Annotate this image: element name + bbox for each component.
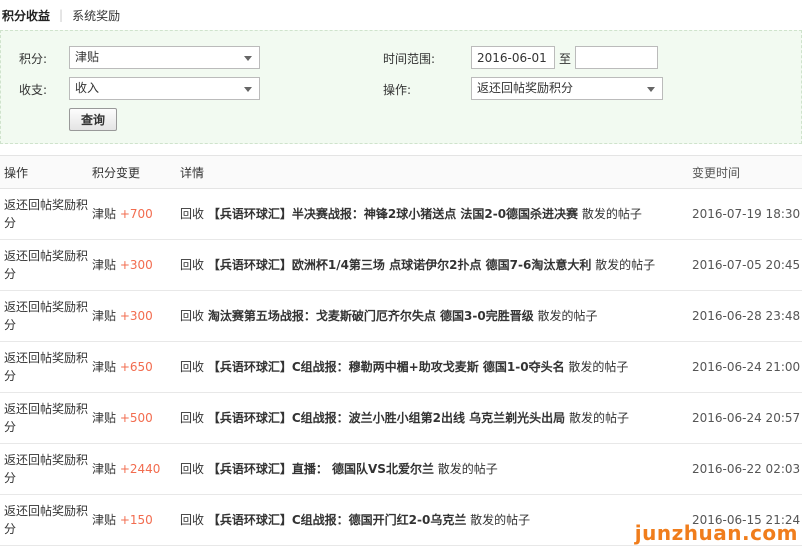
row-points-value: +2440 (119, 462, 161, 476)
operation-select[interactable]: 返还回帖奖励积分 (471, 77, 663, 100)
row-operation: 返还回帖奖励积分 (0, 290, 88, 342)
table-row: 返还回帖奖励积分 津贴 +2440 回收 【兵语环球汇】直播： 德国队VS北爱尔兰 … (0, 443, 802, 495)
row-points-type: 津贴 (92, 462, 117, 476)
row-thread-link[interactable]: 【兵语环球汇】C组战报：波兰小胜小组第2出线 乌克兰剃光头出局 (208, 411, 565, 425)
row-change-time: 2016-06-28 23:48 (692, 290, 802, 342)
row-details-suffix: 散发的帖子 (437, 462, 498, 476)
row-points-value: +300 (119, 258, 153, 272)
date-from-input[interactable] (471, 46, 555, 69)
points-select[interactable]: 津贴 (69, 46, 260, 69)
points-select-value: 津贴 (75, 50, 100, 64)
row-points-type: 津贴 (92, 411, 117, 425)
row-operation: 返还回帖奖励积分 (0, 239, 88, 291)
row-points-type: 津贴 (92, 360, 117, 374)
table-row: 返还回帖奖励积分 津贴 +300 回收 【兵语环球汇】欧洲杯1/4第三场 点球诺伊尔… (0, 239, 802, 291)
income-select[interactable]: 收入 (69, 77, 260, 100)
row-details-prefix: 回收 (180, 309, 205, 323)
points-label: 积分: (19, 52, 48, 66)
row-details-prefix: 回收 (180, 411, 205, 425)
site-watermark: junzhuan.com (634, 521, 798, 545)
row-details: 回收 【兵语环球汇】C组战报：德国开门红2-0乌克兰 散发的帖子 (176, 494, 692, 546)
chevron-down-icon (244, 87, 252, 92)
table-row: 返还回帖奖励积分 津贴 +650 回收 【兵语环球汇】C组战报：穆勒两中楣+助攻戈麦… (0, 341, 802, 393)
row-details: 回收 【兵语环球汇】直播： 德国队VS北爱尔兰 散发的帖子 (176, 443, 692, 495)
points-log-table: 操作 积分变更 详情 变更时间 返还回帖奖励积分 津贴 +700 回收 【兵语环球汇… (0, 155, 802, 546)
row-operation: 返还回帖奖励积分 (0, 392, 88, 444)
row-details-prefix: 回收 (180, 462, 205, 476)
row-details-suffix: 散发的帖子 (470, 513, 531, 527)
time-range-label: 时间范围: (383, 52, 436, 66)
income-label: 收支: (19, 83, 48, 97)
row-thread-link[interactable]: 淘汰赛第五场战报：戈麦斯破门厄齐尔失点 德国3-0完胜晋级 (208, 309, 534, 323)
row-details-suffix: 散发的帖子 (595, 258, 656, 272)
row-details: 回收 【兵语环球汇】欧洲杯1/4第三场 点球诺伊尔2扑点 德国7-6淘汰意大利 … (176, 239, 692, 291)
row-details: 回收 【兵语环球汇】C组战报：穆勒两中楣+助攻戈麦斯 德国1-0夺头名 散发的帖… (176, 341, 692, 393)
date-range-separator: 至 (559, 52, 572, 66)
row-details-prefix: 回收 (180, 258, 205, 272)
row-points-type: 津贴 (92, 207, 117, 221)
header-details: 详情 (176, 155, 692, 189)
table-row: 返还回帖奖励积分 津贴 +700 回收 【兵语环球汇】半决赛战报：神锋2球小猪送点 … (0, 188, 802, 240)
chevron-down-icon (647, 87, 655, 92)
row-details: 回收 【兵语环球汇】半决赛战报：神锋2球小猪送点 法国2-0德国杀进决赛 散发的… (176, 188, 692, 240)
row-thread-link[interactable]: 【兵语环球汇】欧洲杯1/4第三场 点球诺伊尔2扑点 德国7-6淘汰意大利 (208, 258, 591, 272)
query-button[interactable]: 查询 (69, 108, 117, 131)
tab-points-income[interactable]: 积分收益 (2, 7, 50, 24)
row-points-type: 津贴 (92, 258, 117, 272)
row-details-prefix: 回收 (180, 207, 205, 221)
row-details-suffix: 散发的帖子 (581, 207, 642, 221)
row-points-change: 津贴 +300 (88, 290, 176, 342)
row-points-change: 津贴 +150 (88, 494, 176, 546)
row-points-value: +300 (119, 309, 153, 323)
row-details-prefix: 回收 (180, 360, 205, 374)
row-points-change: 津贴 +700 (88, 188, 176, 240)
filter-panel: 积分: 津贴 收支: 收入 时间范围: 至 操作: 返还回帖奖励积分 查询 (0, 30, 802, 144)
tab-bar: 积分收益 | 系统奖励 (0, 0, 802, 30)
table-row: 返还回帖奖励积分 津贴 +300 回收 淘汰赛第五场战报：戈麦斯破门厄齐尔失点 德国… (0, 290, 802, 342)
row-points-change: 津贴 +500 (88, 392, 176, 444)
header-points-change: 积分变更 (88, 155, 176, 189)
row-operation: 返还回帖奖励积分 (0, 341, 88, 393)
operation-label: 操作: (383, 83, 412, 97)
row-details-prefix: 回收 (180, 513, 205, 527)
row-points-type: 津贴 (92, 309, 117, 323)
row-points-value: +650 (119, 360, 153, 374)
row-operation: 返还回帖奖励积分 (0, 443, 88, 495)
row-points-change: 津贴 +650 (88, 341, 176, 393)
row-points-change: 津贴 +2440 (88, 443, 176, 495)
row-change-time: 2016-06-24 21:00 (692, 341, 802, 393)
operation-select-value: 返还回帖奖励积分 (477, 81, 574, 95)
row-details: 回收 【兵语环球汇】C组战报：波兰小胜小组第2出线 乌克兰剃光头出局 散发的帖子 (176, 392, 692, 444)
row-points-value: +500 (119, 411, 153, 425)
tab-separator: | (59, 8, 64, 22)
row-change-time: 2016-06-22 02:03 (692, 443, 802, 495)
row-thread-link[interactable]: 【兵语环球汇】C组战报：德国开门红2-0乌克兰 (208, 513, 467, 527)
row-thread-link[interactable]: 【兵语环球汇】C组战报：穆勒两中楣+助攻戈麦斯 德国1-0夺头名 (208, 360, 565, 374)
row-details-suffix: 散发的帖子 (537, 309, 598, 323)
income-select-value: 收入 (75, 81, 100, 95)
header-change-time: 变更时间 (692, 155, 802, 189)
row-change-time: 2016-07-05 20:45 (692, 239, 802, 291)
row-details: 回收 淘汰赛第五场战报：戈麦斯破门厄齐尔失点 德国3-0完胜晋级 散发的帖子 (176, 290, 692, 342)
row-change-time: 2016-07-19 18:30 (692, 188, 802, 240)
date-to-input[interactable] (575, 46, 658, 69)
row-details-suffix: 散发的帖子 (568, 360, 629, 374)
row-points-change: 津贴 +300 (88, 239, 176, 291)
row-thread-link[interactable]: 【兵语环球汇】半决赛战报：神锋2球小猪送点 法国2-0德国杀进决赛 (208, 207, 578, 221)
header-operation: 操作 (0, 155, 88, 189)
row-operation: 返还回帖奖励积分 (0, 494, 88, 546)
chevron-down-icon (244, 56, 252, 61)
row-points-value: +150 (119, 513, 153, 527)
row-details-suffix: 散发的帖子 (569, 411, 630, 425)
tab-system-reward[interactable]: 系统奖励 (72, 7, 120, 24)
table-header-row: 操作 积分变更 详情 变更时间 (0, 155, 802, 189)
row-thread-link[interactable]: 【兵语环球汇】直播： 德国队VS北爱尔兰 (208, 462, 434, 476)
row-points-value: +700 (119, 207, 153, 221)
row-points-type: 津贴 (92, 513, 117, 527)
row-change-time: 2016-06-24 20:57 (692, 392, 802, 444)
table-row: 返还回帖奖励积分 津贴 +500 回收 【兵语环球汇】C组战报：波兰小胜小组第2出线… (0, 392, 802, 444)
row-operation: 返还回帖奖励积分 (0, 188, 88, 240)
